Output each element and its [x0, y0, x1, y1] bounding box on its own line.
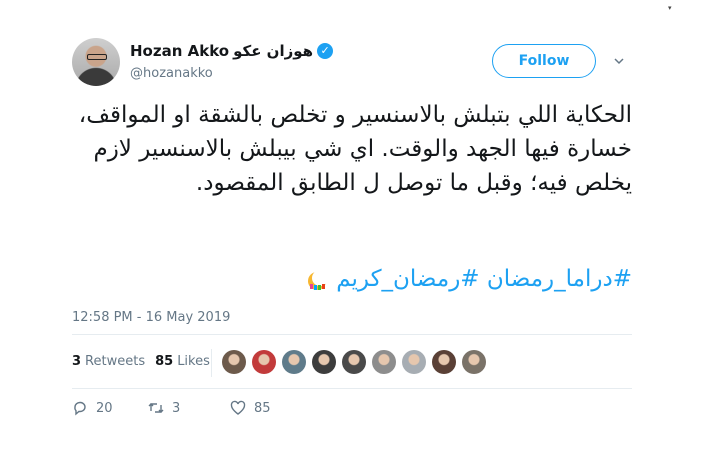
hashtag-drama-ramadan[interactable]: #دراما_رمضان	[487, 266, 632, 292]
liker-avatar[interactable]	[372, 350, 396, 374]
tweet-actions: 20 3 85	[72, 400, 271, 416]
likers-avatars	[222, 350, 486, 374]
avatar-glasses	[87, 54, 107, 60]
reply-icon	[74, 401, 86, 416]
liker-avatar[interactable]	[252, 350, 276, 374]
tweet-timestamp[interactable]: 12:58 PM - 16 May 2019	[72, 310, 230, 325]
tweet-hashtags: #دراما_رمضان #رمضان_كريم	[72, 262, 632, 296]
likes-stat[interactable]: 85 Likes	[155, 354, 210, 369]
divider-top	[72, 334, 632, 335]
divider-bottom	[72, 388, 632, 389]
retweet-icon	[148, 403, 164, 413]
retweets-count: 3	[72, 354, 82, 369]
author-handle[interactable]: @hozanakko	[130, 66, 213, 81]
liker-avatar[interactable]	[432, 350, 456, 374]
crescent-moon-emoji-icon	[307, 269, 328, 290]
liker-avatar[interactable]	[342, 350, 366, 374]
retweets-stat[interactable]: 3 Retweets	[72, 354, 145, 369]
retweets-label: Retweets	[85, 354, 146, 369]
author-name-arabic[interactable]: هوزان عكو	[233, 42, 313, 60]
likes-label: Likes	[177, 354, 210, 369]
liker-avatar[interactable]	[402, 350, 426, 374]
liker-avatar[interactable]	[312, 350, 336, 374]
reply-action[interactable]: 20	[72, 400, 148, 416]
liker-avatar[interactable]	[462, 350, 486, 374]
verified-badge-icon: ✓	[317, 43, 334, 59]
hashtag-ramadan-kareem[interactable]: #رمضان_كريم	[336, 266, 479, 292]
liker-avatar[interactable]	[282, 350, 306, 374]
retweet-count: 3	[172, 400, 181, 416]
follow-button[interactable]: Follow	[492, 44, 596, 78]
author-name[interactable]: Hozan Akko	[130, 42, 229, 60]
engagement-stats: 3 Retweets 85 Likes	[72, 354, 220, 369]
corner-caret-icon: ▾	[668, 4, 672, 12]
retweet-action[interactable]: 3	[148, 400, 230, 416]
author-avatar[interactable]	[72, 38, 120, 86]
heart-icon	[230, 400, 246, 415]
likes-count: 85	[155, 354, 174, 369]
reply-count: 20	[96, 400, 113, 416]
stats-separator	[211, 349, 212, 377]
liker-avatar[interactable]	[222, 350, 246, 374]
chevron-down-icon[interactable]	[614, 56, 624, 66]
like-count: 85	[254, 400, 271, 416]
tweet-text: الحكاية اللي بتبلش بالاسنسير و تخلص بالش…	[78, 102, 632, 196]
like-action[interactable]: 85	[230, 400, 271, 416]
author-name-row[interactable]: Hozan Akko هوزان عكو ✓	[130, 42, 334, 60]
